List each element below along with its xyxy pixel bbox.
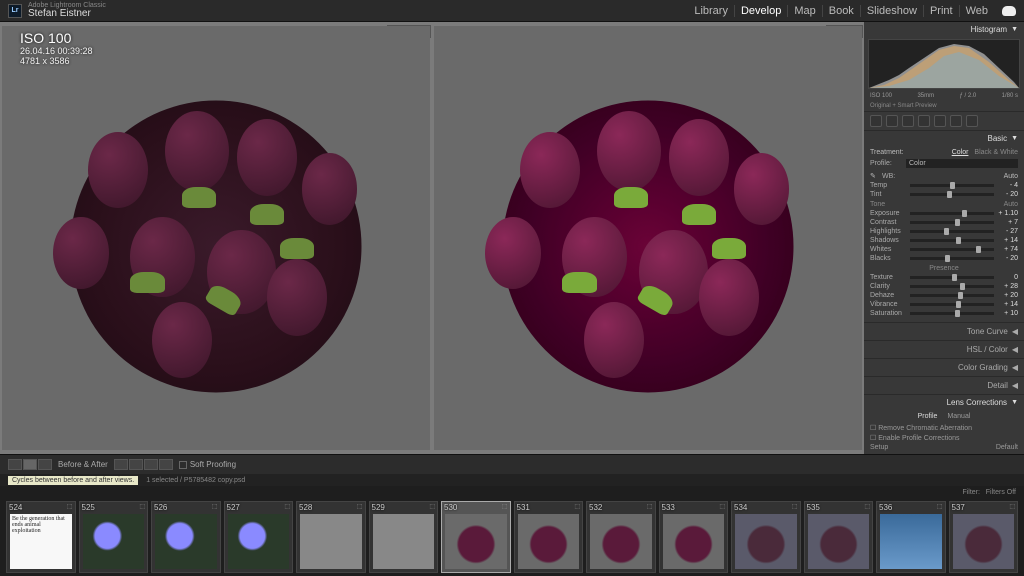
tool-strip (864, 112, 1024, 131)
lens-tab-profile[interactable]: Profile (918, 413, 938, 420)
before-after-label: Before & After (58, 460, 108, 469)
treatment-bw[interactable]: Black & White (974, 149, 1018, 156)
eyedropper-icon[interactable]: ✎ (870, 172, 882, 180)
chevron-left-icon: ◀ (1012, 327, 1018, 336)
spot-tool-icon[interactable] (886, 115, 898, 127)
enable-profile-checkbox[interactable]: ☐ Enable Profile Corrections (870, 434, 1018, 442)
module-map[interactable]: Map (788, 5, 822, 17)
radial-tool-icon[interactable] (950, 115, 962, 127)
ba-mode-2-icon[interactable] (129, 459, 143, 470)
thumbnail[interactable]: 525⬚ (79, 501, 149, 573)
thumbnail[interactable]: 527⬚ (224, 501, 294, 573)
contrast-slider[interactable] (910, 221, 994, 224)
status-text: 1 selected / P5785482 copy.psd (146, 477, 245, 484)
develop-toolbar: Before & After Soft Proofing (0, 454, 1024, 474)
cloud-sync-icon[interactable] (1002, 6, 1016, 16)
chevron-down-icon: ▼ (1011, 399, 1018, 406)
treatment-color[interactable]: Color (952, 149, 969, 156)
auto-tone[interactable]: Auto (1004, 201, 1018, 208)
histogram[interactable] (868, 39, 1020, 89)
ba-mode-3-icon[interactable] (144, 459, 158, 470)
thumbnail[interactable]: 536⬚ (876, 501, 946, 573)
wb-select[interactable]: Auto (918, 173, 1018, 180)
lens-tab-manual[interactable]: Manual (947, 413, 970, 420)
chevron-left-icon: ◀ (1012, 345, 1018, 354)
temp-slider[interactable] (910, 184, 994, 187)
crop-tool-icon[interactable] (870, 115, 882, 127)
histogram-header[interactable]: Histogram▼ (864, 22, 1024, 37)
exposure-slider[interactable] (910, 212, 994, 215)
detail-header[interactable]: Detail◀ (864, 377, 1024, 395)
thumbnail[interactable]: 530⬚ (441, 501, 511, 573)
chevron-left-icon: ◀ (1012, 363, 1018, 372)
chevron-down-icon: ▼ (1011, 135, 1018, 142)
thumbnail[interactable]: 534⬚ (731, 501, 801, 573)
compare-viewer: ISO 100 26.04.16 00:39:28 4781 x 3586 Be… (0, 22, 864, 454)
photo-metadata: ISO 100 26.04.16 00:39:28 4781 x 3586 (20, 30, 93, 66)
thumbnail[interactable]: 529⬚00:13 (369, 501, 439, 573)
compare-view-icon[interactable] (23, 459, 37, 470)
develop-right-panel: Histogram▼ ISO 100 35mm ƒ / 2.0 1/80 s O… (864, 22, 1024, 454)
remove-ca-checkbox[interactable]: ☐ Remove Chromatic Aberration (870, 424, 1018, 432)
tooltip: Cycles between before and after views. (8, 476, 138, 485)
profile-select[interactable]: Color (906, 159, 1018, 168)
dehaze-slider[interactable] (910, 294, 994, 297)
thumbnail[interactable]: 532⬚ (586, 501, 656, 573)
color-grading-header[interactable]: Color Grading◀ (864, 359, 1024, 377)
filmstrip: Filter: Filters Off 524⬚Be the generatio… (0, 486, 1024, 576)
ref-view-icon[interactable] (38, 459, 52, 470)
after-pane[interactable]: After (434, 26, 862, 450)
tone-curve-header[interactable]: Tone Curve◀ (864, 323, 1024, 341)
identity-plate: Lr Adobe Lightroom Classic Stefan Eistne… (0, 0, 1024, 22)
thumbnail[interactable]: 526⬚ (151, 501, 221, 573)
tint-slider[interactable] (910, 193, 994, 196)
filter-toggle[interactable]: Filters Off (986, 489, 1016, 496)
saturation-slider[interactable] (910, 312, 994, 315)
module-web[interactable]: Web (960, 5, 994, 17)
shadows-slider[interactable] (910, 239, 994, 242)
basic-header[interactable]: Basic▼ (864, 131, 1024, 146)
thumbnail[interactable]: 531⬚ (514, 501, 584, 573)
view-mode-group (8, 459, 52, 470)
thumbnail[interactable]: 528⬚00:12 (296, 501, 366, 573)
module-slideshow[interactable]: Slideshow (861, 5, 924, 17)
soft-proof-checkbox[interactable]: Soft Proofing (179, 460, 236, 469)
vibrance-slider[interactable] (910, 303, 994, 306)
texture-slider[interactable] (910, 276, 994, 279)
app-logo: Lr (8, 4, 22, 18)
ba-mode-group (114, 459, 173, 470)
thumbnail[interactable]: 535⬚ (804, 501, 874, 573)
thumbnail[interactable]: 537⬚ (949, 501, 1019, 573)
thumbnail[interactable]: 524⬚Be the generation that ends animal e… (6, 501, 76, 573)
loupe-view-icon[interactable] (8, 459, 22, 470)
module-book[interactable]: Book (823, 5, 861, 17)
before-pane[interactable]: Before (2, 26, 430, 450)
brush-tool-icon[interactable] (966, 115, 978, 127)
clarity-slider[interactable] (910, 285, 994, 288)
whites-slider[interactable] (910, 248, 994, 251)
module-picker: Library Develop Map Book Slideshow Print… (688, 5, 994, 17)
hsl-header[interactable]: HSL / Color◀ (864, 341, 1024, 359)
lens-header[interactable]: Lens Corrections▼ (864, 395, 1024, 410)
highlights-slider[interactable] (910, 230, 994, 233)
ba-mode-4-icon[interactable] (159, 459, 173, 470)
blacks-slider[interactable] (910, 257, 994, 260)
mask-tool-icon[interactable] (918, 115, 930, 127)
module-print[interactable]: Print (924, 5, 960, 17)
redeye-tool-icon[interactable] (902, 115, 914, 127)
module-library[interactable]: Library (688, 5, 735, 17)
thumbnail[interactable]: 533⬚ (659, 501, 729, 573)
chevron-left-icon: ◀ (1012, 381, 1018, 390)
module-develop[interactable]: Develop (735, 5, 788, 17)
user-name: Stefan Eistner (28, 9, 106, 19)
chevron-down-icon: ▼ (1011, 26, 1018, 33)
ba-mode-1-icon[interactable] (114, 459, 128, 470)
grad-tool-icon[interactable] (934, 115, 946, 127)
